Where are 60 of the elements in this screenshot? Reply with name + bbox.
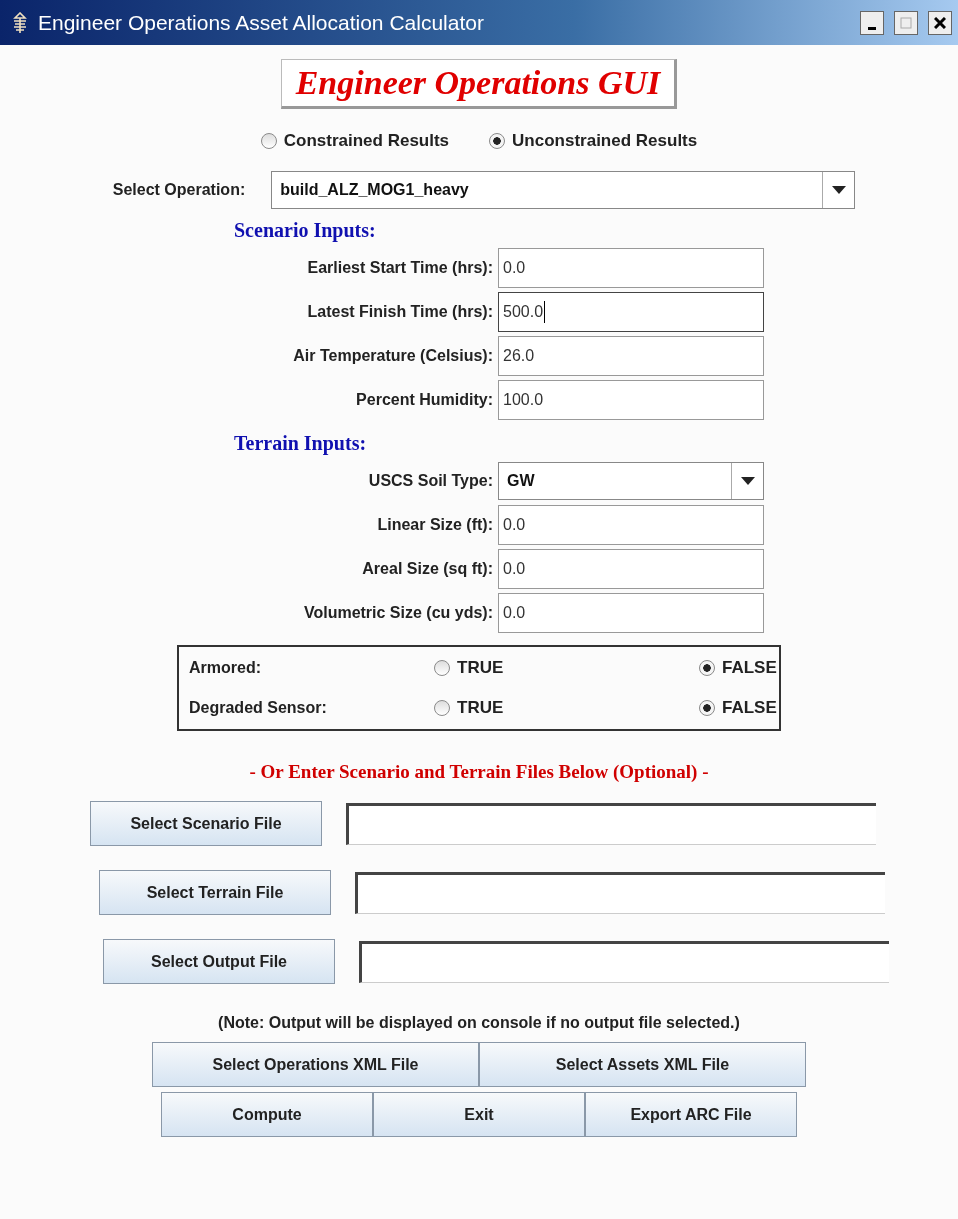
option-label: Armored: [189, 659, 262, 677]
file-path-field[interactable] [346, 802, 876, 845]
file-path-field[interactable] [355, 871, 885, 914]
file-select-button[interactable]: Select Output File [103, 939, 335, 984]
action-button[interactable]: Compute [161, 1092, 373, 1137]
minimize-button[interactable] [860, 10, 884, 35]
input-field[interactable]: 100.0 [498, 380, 764, 420]
file-select-button[interactable]: Select Scenario File [90, 801, 322, 846]
field-label: Select Operation: [112, 181, 246, 199]
radio-label: FALSE [722, 658, 777, 678]
field-label: Percent Humidity: [356, 391, 493, 409]
radio-label: FALSE [722, 698, 777, 718]
field-label: Linear Size (ft): [377, 516, 493, 534]
radio-icon[interactable] [434, 700, 450, 716]
field-label: Latest Finish Time (hrs): [307, 303, 493, 321]
file-select-button[interactable]: Select Terrain File [99, 870, 331, 915]
files-heading: - Or Enter Scenario and Terrain Files Below (Optional) - [249, 761, 709, 783]
input-field[interactable]: 0.0 [498, 549, 764, 589]
field-label: Air Temperature (Celsius): [293, 347, 493, 365]
dropdown-arrow-icon[interactable] [831, 186, 846, 194]
note-text: (Note: Output will be displayed on console if no output file selected.) [218, 1014, 740, 1032]
radio-icon[interactable] [260, 133, 277, 149]
radio-option[interactable]: TRUE [434, 658, 699, 678]
radio-label: TRUE [457, 698, 504, 718]
app-heading: Engineer Operations GUI [280, 59, 678, 109]
radio-option[interactable]: FALSE [699, 698, 777, 718]
field-label: Earliest Start Time (hrs): [307, 259, 493, 277]
xml-file-button[interactable]: Select Operations XML File [152, 1042, 479, 1087]
radio-option[interactable]: FALSE [699, 658, 777, 678]
action-button[interactable]: Exit [373, 1092, 585, 1137]
minimize-icon [868, 27, 876, 30]
field-label: USCS Soil Type: [368, 472, 493, 490]
close-button[interactable] [928, 10, 952, 35]
section-heading: Terrain Inputs: [234, 432, 367, 455]
section-heading: Scenario Inputs: [234, 219, 376, 242]
radio-option[interactable]: TRUE [434, 698, 699, 718]
maximize-button[interactable] [894, 10, 918, 35]
dropdown-arrow-icon[interactable] [740, 477, 755, 485]
window-title: Engineer Operations Asset Allocation Calculator [38, 10, 485, 35]
input-field[interactable]: 0.0 [498, 248, 764, 288]
option-label: Degraded Sensor: [189, 699, 328, 717]
dropdown-field[interactable]: GW [498, 462, 764, 500]
input-field[interactable]: 0.0 [498, 505, 764, 545]
radio-icon[interactable] [434, 660, 450, 676]
maximize-icon [900, 16, 912, 29]
field-label: Volumetric Size (cu yds): [303, 604, 493, 622]
xml-file-button[interactable]: Select Assets XML File [479, 1042, 806, 1087]
input-field[interactable]: 0.0 [498, 593, 764, 633]
file-path-field[interactable] [359, 940, 889, 983]
app-icon [12, 11, 28, 34]
radio-icon[interactable] [489, 133, 506, 149]
dropdown-field[interactable]: build_ALZ_MOG1_heavy [271, 171, 856, 209]
close-icon [934, 16, 946, 29]
radio-label: TRUE [457, 658, 504, 678]
input-field[interactable]: 26.0 [498, 336, 764, 376]
action-button[interactable]: Export ARC File [585, 1092, 797, 1137]
field-label: Areal Size (sq ft): [362, 560, 493, 578]
input-field[interactable]: 500.0 [498, 292, 764, 332]
radio-icon[interactable] [699, 700, 715, 716]
radio-icon[interactable] [699, 660, 715, 676]
